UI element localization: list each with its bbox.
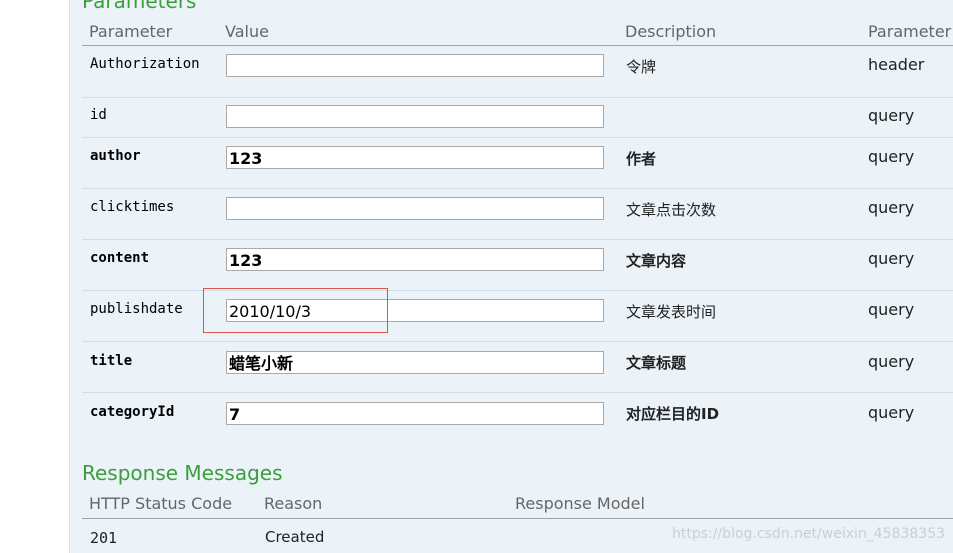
param-name-categoryid: categoryId — [90, 404, 175, 420]
response-header-divider — [82, 518, 953, 519]
param-desc-authorization: 令牌 — [626, 58, 657, 76]
row-divider — [82, 341, 953, 342]
param-name-author: author — [90, 148, 141, 164]
param-type-categoryid: query — [868, 403, 915, 422]
param-type-author: query — [868, 147, 915, 166]
param-desc-author: 作者 — [626, 150, 657, 168]
param-desc-title: 文章标题 — [626, 354, 687, 372]
header-status-code: HTTP Status Code — [89, 494, 233, 513]
param-desc-content: 文章内容 — [626, 252, 687, 270]
header-parameter: Parameter — [89, 22, 173, 41]
param-type-publishdate: query — [868, 300, 915, 319]
row-divider — [82, 392, 953, 393]
row-divider — [82, 97, 953, 98]
param-type-id: query — [868, 106, 915, 125]
param-value-author[interactable]: 123 — [226, 146, 604, 169]
param-name-id: id — [90, 107, 107, 123]
param-value-title[interactable]: 蜡笔小新 — [226, 351, 604, 374]
param-name-publishdate: publishdate — [90, 301, 183, 317]
highlight-box — [203, 288, 388, 333]
param-name-clicktimes: clicktimes — [90, 199, 175, 215]
param-type-content: query — [868, 249, 915, 268]
header-reason: Reason — [264, 494, 323, 513]
header-response-model: Response Model — [515, 494, 645, 513]
param-name-content: content — [90, 250, 150, 266]
header-value: Value — [225, 22, 269, 41]
param-type-clicktimes: query — [868, 198, 915, 217]
param-value-clicktimes[interactable] — [226, 197, 604, 220]
param-value-categoryid[interactable]: 7 — [226, 402, 604, 425]
param-name-authorization: Authorization — [90, 56, 200, 72]
header-divider — [82, 45, 953, 46]
param-desc-clicktimes: 文章点击次数 — [626, 201, 717, 219]
param-value-id[interactable] — [226, 105, 604, 128]
param-name-title: title — [90, 353, 133, 369]
response-messages-title: Response Messages — [82, 461, 283, 485]
row-divider — [82, 188, 953, 189]
param-desc-publishdate: 文章发表时间 — [626, 303, 717, 321]
header-parameter-type: Parameter T — [868, 22, 953, 41]
parameters-title: Parameters — [82, 0, 197, 13]
param-type-authorization: header — [868, 55, 925, 74]
param-type-title: query — [868, 352, 915, 371]
response-code: 201 — [90, 529, 118, 547]
response-reason: Created — [265, 528, 325, 546]
watermark: https://blog.csdn.net/weixin_45838353 — [672, 526, 946, 542]
row-divider — [82, 137, 953, 138]
param-value-authorization[interactable] — [226, 54, 604, 77]
row-divider — [82, 239, 953, 240]
param-value-content[interactable]: 123 — [226, 248, 604, 271]
header-description: Description — [625, 22, 717, 41]
param-desc-categoryid: 对应栏目的ID — [626, 405, 720, 423]
